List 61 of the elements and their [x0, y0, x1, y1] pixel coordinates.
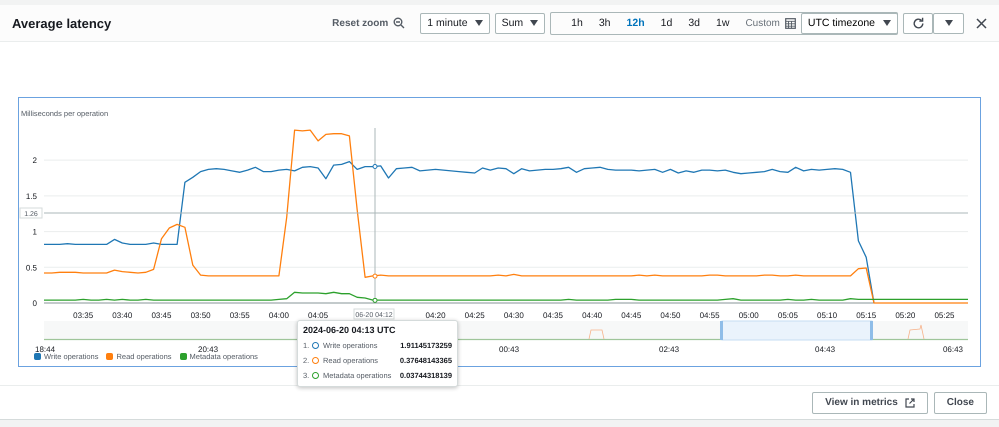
navigator-time-label: 02:43 [659, 345, 680, 354]
statistic-dropdown[interactable]: Sum [494, 12, 546, 34]
point-marker [372, 298, 378, 303]
x-tick-label: 04:55 [700, 311, 720, 320]
custom-range-button[interactable]: Custom [737, 14, 801, 32]
y-tick-label: 2 [32, 156, 37, 166]
x-tick-label: 05:05 [778, 311, 798, 320]
x-tick-label: 05:10 [817, 311, 838, 320]
y-tick-label: 1.5 [26, 192, 37, 201]
time-range-option[interactable]: 3h [590, 14, 619, 32]
x-tick-label: 04:50 [660, 311, 680, 320]
navigator-time-label: 04:43 [815, 345, 836, 354]
time-range-option[interactable]: 1h [563, 14, 591, 32]
point-marker [372, 274, 378, 279]
zoom-out-icon [393, 17, 406, 29]
x-tick-label: 03:35 [73, 311, 94, 320]
x-tick-label: 03:45 [151, 311, 172, 320]
close-icon[interactable] [976, 18, 987, 28]
x-tick-label: 03:40 [112, 311, 132, 320]
x-tick-label: 05:00 [738, 311, 759, 320]
time-range-option[interactable]: 1d [652, 14, 680, 32]
close-button[interactable]: Close [934, 392, 987, 414]
external-link-icon [904, 398, 915, 408]
modal-title: Average latency [12, 16, 112, 30]
x-tick-label: 04:25 [464, 311, 485, 320]
navigator-time-label: 00:43 [499, 345, 520, 354]
caret-icon [474, 20, 483, 26]
caret-icon [944, 20, 952, 26]
x-tick-label: 03:55 [230, 311, 250, 320]
navigator-time-label: 06:43 [942, 345, 963, 354]
period-dropdown[interactable]: 1 minute [420, 12, 490, 34]
time-range-option[interactable]: 3d [680, 14, 708, 32]
refresh-icon [912, 16, 924, 30]
view-in-metrics-button[interactable]: View in metrics [812, 392, 928, 414]
navigator-time-label: 18:44 [35, 345, 56, 354]
x-tick-label: 05:25 [934, 311, 955, 320]
reset-zoom-button[interactable]: Reset zoom [332, 17, 406, 29]
x-tick-label: 04:05 [308, 311, 328, 320]
calendar-icon [784, 18, 796, 28]
x-tick-label: 04:00 [268, 311, 289, 320]
x-tick-label: 04:20 [426, 311, 446, 320]
refresh-options-button[interactable] [933, 12, 964, 34]
x-tick-label: 03:50 [190, 311, 211, 320]
x-tick-label: 04:30 [504, 311, 524, 320]
tooltip-title: 2024-06-20 04:13 UTC [303, 325, 397, 335]
y-tick-label: 0 [32, 299, 37, 308]
timezone-dropdown[interactable]: UTC timezone [800, 12, 898, 34]
x-tick-label: 04:45 [621, 311, 642, 320]
time-range-option[interactable]: 1w [708, 14, 738, 32]
refresh-button[interactable] [903, 12, 933, 34]
y-tick-label: 1 [32, 228, 37, 237]
x-tick-label: 04:35 [542, 311, 563, 320]
x-tick-label: 04:40 [582, 311, 602, 320]
navigator-time-label: 20:43 [198, 345, 218, 354]
point-marker [372, 164, 378, 169]
time-range-option[interactable]: 12h [618, 14, 653, 32]
x-tick-label: 05:20 [895, 311, 916, 320]
y-tick-label: 0.5 [26, 263, 37, 272]
caret-icon [530, 20, 538, 26]
x-tick-label: 05:15 [856, 311, 876, 320]
caret-icon [883, 20, 891, 26]
